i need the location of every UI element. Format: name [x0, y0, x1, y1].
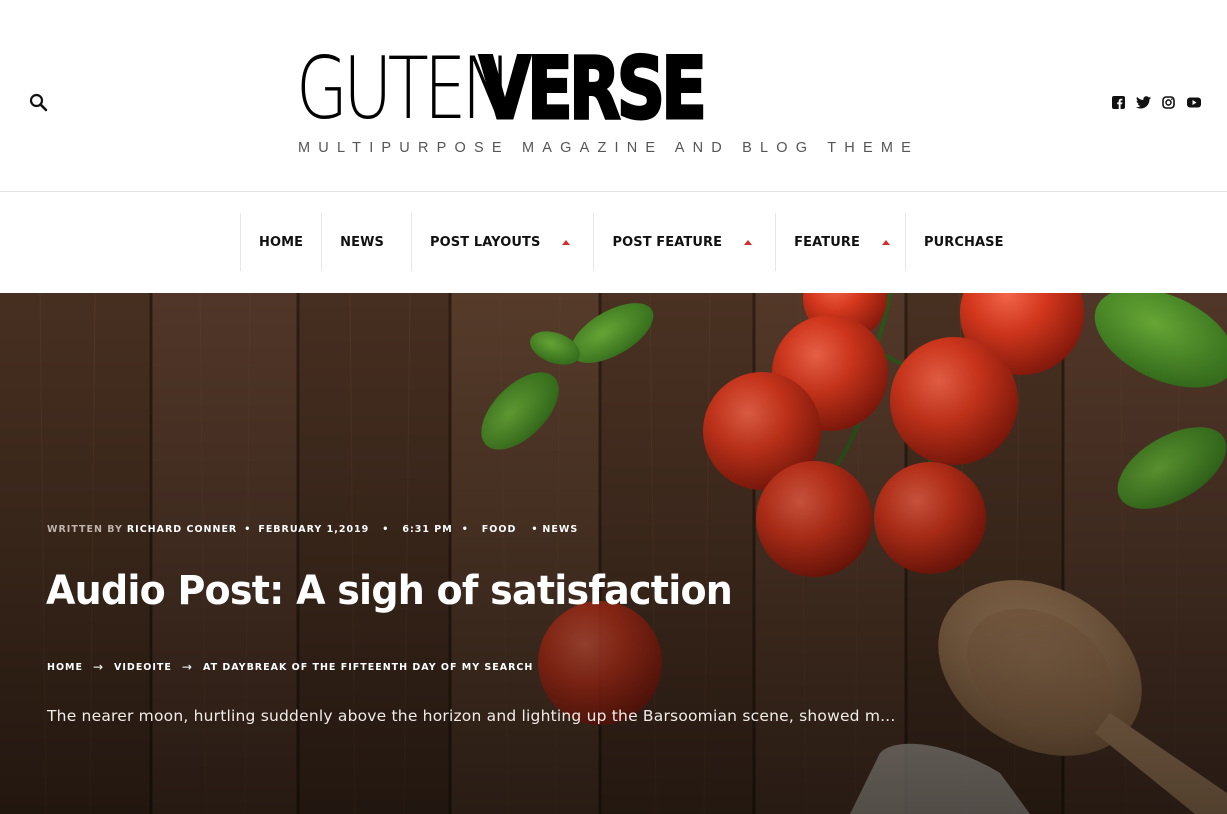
nav-item-feature[interactable]: FEATURE	[775, 213, 905, 271]
social-links	[1111, 95, 1201, 110]
post-excerpt: The nearer moon, hurtling suddenly above…	[47, 707, 896, 725]
facebook-icon[interactable]	[1111, 95, 1126, 110]
separator-dot-icon: •	[461, 524, 469, 535]
nav-item-purchase[interactable]: PURCHASE	[904, 213, 1022, 271]
nav-item-post-feature[interactable]: POST FEATURE	[593, 213, 775, 271]
post-meta: WRITTEN BY RICHARD CONNER • FEBRUARY 1,2…	[47, 524, 578, 535]
breadcrumb-current: AT DAYBREAK OF THE FIFTEENTH DAY OF MY S…	[202, 661, 534, 673]
arrow-right-icon: →	[181, 660, 193, 674]
nav-item-label: FEATURE	[794, 234, 860, 250]
hero-overlay	[0, 293, 1227, 814]
breadcrumb: HOME → VIDEOITE → AT DAYBREAK OF THE FIF…	[47, 660, 533, 674]
logo-tagline: MULTIPURPOSE MAGAZINE AND BLOG THEME	[298, 140, 919, 156]
site-header: GUTEN VERSE MULTIPURPOSE MAGAZINE AND BL…	[0, 0, 1227, 192]
hero-banner[interactable]: WRITTEN BY RICHARD CONNER • FEBRUARY 1,2…	[0, 293, 1227, 814]
nav-list: HOME NEWS POST LAYOUTS POST FEATURE FEAT…	[240, 213, 1022, 271]
search-icon[interactable]	[28, 92, 50, 114]
nav-item-label: POST LAYOUTS	[430, 234, 541, 250]
twitter-icon[interactable]	[1136, 95, 1151, 110]
nav-item-label: POST FEATURE	[612, 234, 723, 250]
nav-item-home[interactable]: HOME	[240, 213, 321, 271]
breadcrumb-home[interactable]: HOME	[47, 662, 83, 673]
nav-item-post-layouts[interactable]: POST LAYOUTS	[411, 213, 593, 271]
category-link-news[interactable]: NEWS	[542, 524, 578, 535]
post-date: FEBRUARY 1,2019	[258, 524, 370, 535]
nav-item-label: NEWS	[340, 234, 385, 250]
logo-bold-text: VERSE	[478, 39, 708, 139]
separator-dot-icon: •	[382, 524, 390, 535]
caret-up-icon	[744, 239, 753, 245]
breadcrumb-section[interactable]: VIDEOITE	[114, 662, 172, 673]
logo-light-text: GUTEN	[296, 39, 512, 139]
author-link[interactable]: RICHARD CONNER	[127, 524, 237, 535]
caret-up-icon	[881, 239, 890, 245]
site-logo[interactable]: GUTEN VERSE MULTIPURPOSE MAGAZINE AND BL…	[296, 39, 919, 164]
written-by-label: WRITTEN BY	[47, 524, 123, 535]
instagram-icon[interactable]	[1161, 95, 1176, 110]
separator-dot-icon: •	[244, 524, 252, 535]
category-link-food[interactable]: FOOD	[482, 524, 517, 535]
nav-item-label: PURCHASE	[923, 234, 1004, 250]
youtube-icon[interactable]	[1186, 95, 1201, 110]
nav-item-news[interactable]: NEWS	[321, 213, 411, 271]
nav-item-label: HOME	[259, 234, 304, 250]
arrow-right-icon: →	[92, 660, 105, 674]
separator-dot-icon: •	[531, 524, 539, 535]
caret-up-icon	[562, 239, 571, 245]
main-navigation: HOME NEWS POST LAYOUTS POST FEATURE FEAT…	[0, 193, 1227, 293]
post-time: 6:31 PM	[402, 524, 453, 535]
post-title[interactable]: Audio Post: A sigh of satisfaction	[46, 568, 733, 614]
